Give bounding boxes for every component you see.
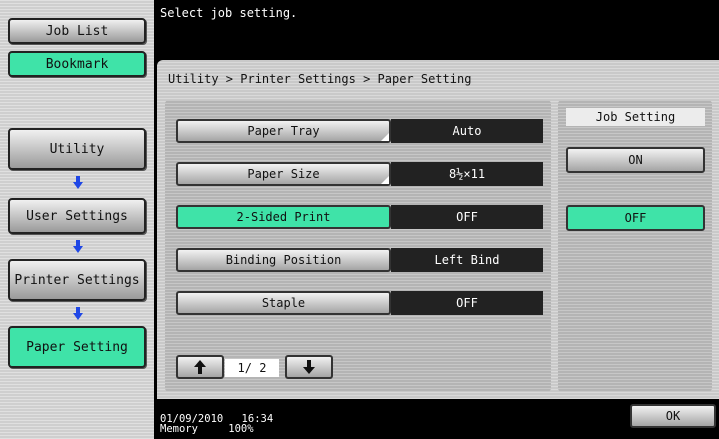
off-button[interactable]: OFF <box>566 205 705 231</box>
setting-label: Paper Tray <box>247 124 320 138</box>
arrow-down-icon <box>73 176 83 189</box>
off-label: OFF <box>624 211 647 225</box>
memory-label: Memory <box>160 423 198 435</box>
setting-row-paper-tray: Paper Tray Auto <box>176 119 543 143</box>
setting-row-paper-size: Paper Size 8½×11 <box>176 162 543 186</box>
setting-value: 8½×11 <box>391 162 543 186</box>
corner-marker-icon <box>381 133 389 141</box>
sidebar-item-label: Utility <box>49 141 105 157</box>
setting-value: Auto <box>391 119 543 143</box>
page-indicator: 1/ 2 <box>225 359 279 377</box>
job-setting-title: Job Setting <box>566 108 705 126</box>
breadcrumb: Utility > Printer Settings > Paper Setti… <box>168 72 472 86</box>
setting-row-staple: Staple OFF <box>176 291 543 315</box>
settings-panel <box>165 100 551 392</box>
left-panel: Job List Bookmark Utility User Settings … <box>0 0 154 439</box>
arrow-up-icon <box>194 360 206 374</box>
job-setting-panel <box>558 100 712 392</box>
status-bar: 01/09/2010 16:34 Memory 100% <box>160 414 273 435</box>
setting-label: Staple <box>261 296 306 310</box>
header-message: Select job setting. <box>160 6 298 20</box>
setting-row-2-sided-print: 2-Sided Print OFF <box>176 205 543 229</box>
staple-button[interactable]: Staple <box>176 291 391 315</box>
setting-label: Paper Size <box>247 167 320 181</box>
paper-size-button[interactable]: Paper Size <box>176 162 391 186</box>
sidebar-item-label: Paper Setting <box>26 339 128 355</box>
on-button[interactable]: ON <box>566 147 705 173</box>
sidebar-item-printer-settings[interactable]: Printer Settings <box>8 259 146 301</box>
memory-value: 100% <box>228 423 254 435</box>
ok-button[interactable]: OK <box>630 404 716 428</box>
on-label: ON <box>628 153 643 167</box>
setting-row-binding-position: Binding Position Left Bind <box>176 248 543 272</box>
arrow-down-icon <box>303 360 315 374</box>
setting-value: Left Bind <box>391 248 543 272</box>
corner-marker-icon <box>381 176 389 184</box>
job-list-label: Job List <box>45 23 109 39</box>
setting-label: 2-Sided Print <box>236 210 331 224</box>
sidebar-item-user-settings[interactable]: User Settings <box>8 198 146 234</box>
paper-tray-button[interactable]: Paper Tray <box>176 119 391 143</box>
binding-position-button[interactable]: Binding Position <box>176 248 391 272</box>
ok-label: OK <box>665 409 681 423</box>
page-down-button[interactable] <box>285 355 333 379</box>
bookmark-button[interactable]: Bookmark <box>8 51 146 77</box>
sidebar-item-utility[interactable]: Utility <box>8 128 146 170</box>
arrow-down-icon <box>73 240 83 253</box>
setting-value: OFF <box>391 205 543 229</box>
sidebar-item-label: User Settings <box>26 208 128 224</box>
bookmark-label: Bookmark <box>45 56 109 72</box>
setting-label: Binding Position <box>225 253 342 267</box>
job-list-button[interactable]: Job List <box>8 18 146 44</box>
arrow-down-icon <box>73 307 83 320</box>
sidebar-item-label: Printer Settings <box>14 272 140 288</box>
setting-value: OFF <box>391 291 543 315</box>
page-up-button[interactable] <box>176 355 224 379</box>
2-sided-print-button[interactable]: 2-Sided Print <box>176 205 391 229</box>
sidebar-item-paper-setting[interactable]: Paper Setting <box>8 326 146 368</box>
